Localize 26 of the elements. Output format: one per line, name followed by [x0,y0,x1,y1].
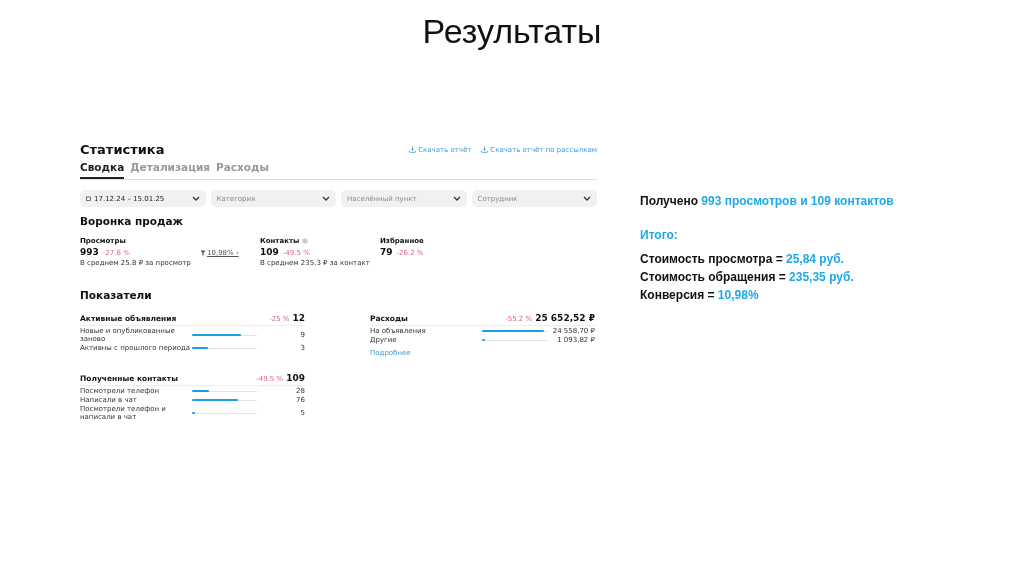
chevron-down-icon [191,195,200,202]
metric-value: 79 [380,247,393,257]
notes-heading: Итого: [640,228,679,242]
notes-line: Получено 993 просмотров и 109 контактов [640,194,894,208]
tab[interactable]: Сводка [80,161,125,179]
metric-value: 109 [260,247,279,257]
notes-line: Конверсия = 10,98% [640,288,760,302]
chevron-down-icon [583,195,591,202]
total-value: 109 [286,373,305,383]
chevron-down-icon [452,195,461,202]
notes-line: Стоимость просмотра = 25,84 руб. [640,252,845,266]
tab[interactable]: Расходы [216,161,269,179]
metric-value: 993 [80,247,99,257]
total-value: 25 652,52 ₽ [535,313,595,323]
total-value: 12 [292,313,305,323]
chevron-down-icon [322,195,330,202]
funnel-icon [200,250,206,256]
page-title: Статистика [80,142,165,157]
notes-line: Стоимость обращения = 235,35 руб. [640,270,855,284]
section-title: Показатели [80,289,153,301]
download-icon [481,146,489,153]
section-title: Воронка продаж [80,215,185,227]
download-icon [409,146,417,153]
tab[interactable]: Детализация [130,161,211,179]
calendar-icon [86,196,91,201]
slide-title: Результаты [421,11,603,52]
